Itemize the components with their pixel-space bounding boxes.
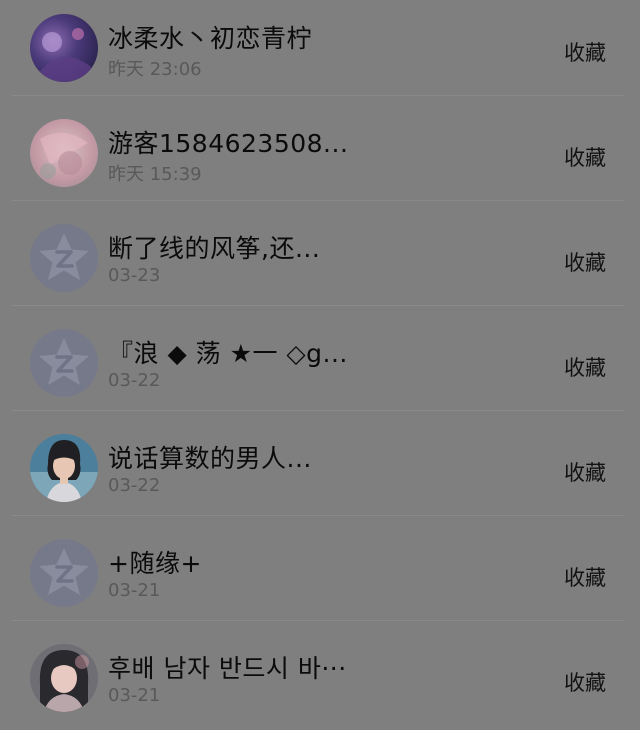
list-item[interactable]: +随缘+ 03-21 收藏 bbox=[0, 516, 640, 621]
timestamp: 昨天 23:06 bbox=[108, 59, 202, 80]
contact-name: 冰柔水丶初恋青柠 bbox=[108, 24, 313, 53]
list-item[interactable]: 冰柔水丶初恋青柠 昨天 23:06 收藏 bbox=[0, 0, 640, 96]
default-avatar-icon[interactable] bbox=[30, 329, 98, 397]
favorite-button[interactable]: 收藏 bbox=[564, 457, 606, 487]
favorite-button[interactable]: 收藏 bbox=[564, 352, 606, 382]
list-item[interactable]: 说话算数的男人... 03-22 收藏 bbox=[0, 411, 640, 516]
timestamp: 03-21 bbox=[108, 685, 161, 706]
list-item[interactable]: 游客1584623508... 昨天 15:39 收藏 bbox=[0, 96, 640, 201]
timestamp: 昨天 15:39 bbox=[108, 164, 202, 185]
avatar[interactable] bbox=[30, 14, 98, 82]
contact-name: 游客1584623508... bbox=[108, 129, 349, 158]
favorite-button[interactable]: 收藏 bbox=[564, 667, 606, 697]
contact-name: 说话算数的男人... bbox=[108, 444, 312, 473]
favorites-list: 冰柔水丶初恋青柠 昨天 23:06 收藏 游客1584623508... 昨天 … bbox=[0, 0, 640, 730]
list-item[interactable]: 断了线的风筝,还... 03-23 收藏 bbox=[0, 201, 640, 306]
timestamp: 03-23 bbox=[108, 265, 161, 286]
favorite-button[interactable]: 收藏 bbox=[564, 562, 606, 592]
contact-name: 후배 남자 반드시 바··· bbox=[108, 654, 347, 683]
avatar[interactable] bbox=[30, 119, 98, 187]
avatar[interactable] bbox=[30, 644, 98, 712]
default-avatar-icon[interactable] bbox=[30, 539, 98, 607]
favorite-button[interactable]: 收藏 bbox=[564, 37, 606, 67]
default-avatar-icon[interactable] bbox=[30, 224, 98, 292]
list-item[interactable]: 후배 남자 반드시 바··· 03-21 收藏 bbox=[0, 621, 640, 726]
favorite-button[interactable]: 收藏 bbox=[564, 142, 606, 172]
contact-name: +随缘+ bbox=[108, 549, 202, 578]
timestamp: 03-22 bbox=[108, 370, 161, 391]
contact-name: 断了线的风筝,还... bbox=[108, 234, 321, 263]
avatar[interactable] bbox=[30, 434, 98, 502]
list-item[interactable]: 『浪 ◆ 荡 ★一 ◇g... 03-22 收藏 bbox=[0, 306, 640, 411]
contact-name: 『浪 ◆ 荡 ★一 ◇g... bbox=[108, 339, 348, 368]
favorite-button[interactable]: 收藏 bbox=[564, 247, 606, 277]
timestamp: 03-21 bbox=[108, 580, 161, 601]
timestamp: 03-22 bbox=[108, 475, 161, 496]
